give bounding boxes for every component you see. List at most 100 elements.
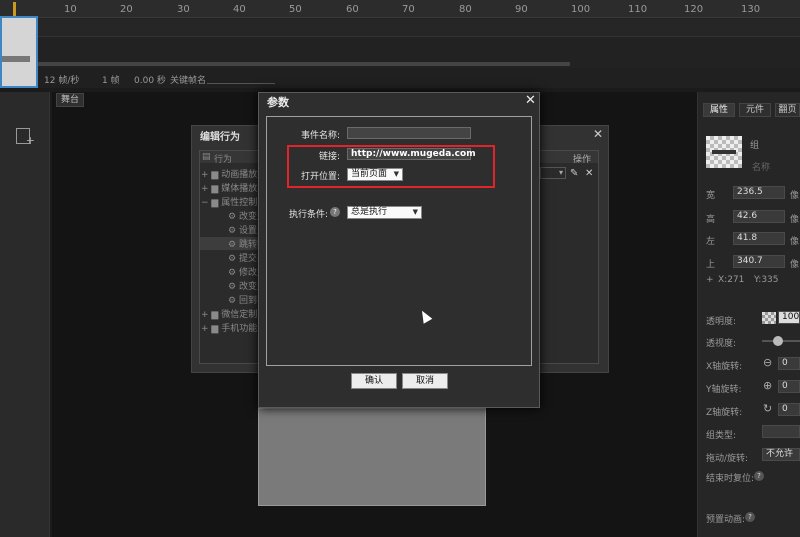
opacity-label: 透明度: [706,317,737,327]
tree-item[interactable]: − ▆ 属性控制 [201,195,257,208]
tree-item-selected[interactable]: ⚙ 跳转链接 [200,237,275,250]
tab-properties[interactable]: 属性 [703,103,735,117]
x-coord-readout: X:271 [718,275,745,285]
tab-page-turn[interactable]: 翻页 [775,103,800,117]
preset-anim-label: 预置动画: [706,515,746,525]
expand-icon: + ▆ [201,324,222,334]
ruler-tick-label: 120 [684,4,704,15]
top-input[interactable]: 340.7 [733,255,785,268]
stage-canvas[interactable] [258,408,486,506]
height-unit: 像 [790,215,800,225]
element-type-label: 组 [750,141,760,151]
gear-icon: ⚙ [228,240,239,250]
expand-icon: + ▆ [201,170,222,180]
condition-select[interactable]: 总是执行 ▼ [347,206,422,219]
delete-icon[interactable]: ✕ [585,168,593,179]
drag-rotate-select[interactable]: 不允许 [762,448,800,461]
expand-icon: + ▆ [201,310,222,320]
height-label: 高 [706,215,716,225]
group-type-select[interactable] [762,425,800,438]
cancel-button[interactable]: 取消 [402,373,448,389]
tab-stage[interactable]: 舞台 [56,93,84,107]
width-label: 宽 [706,191,716,201]
width-input[interactable]: 236.5 [733,186,785,199]
pencil-icon[interactable]: ✎ [570,168,578,179]
params-dialog-title: 参数 [267,96,289,109]
folder-icon: ▤ [202,152,211,162]
event-name-label: 事件名称: [300,131,340,141]
x-rotate-icon: ⊖ [763,356,773,369]
gear-icon: ⚙ [228,212,239,222]
reset-on-end-label: 结束时复位: [706,474,755,484]
close-icon[interactable]: ✕ [593,127,603,141]
help-icon[interactable]: ? [745,512,755,522]
left-unit: 像 [790,237,800,247]
edit-behavior-title: 编辑行为 [200,132,240,143]
keyframe-name-label: 关键帧名 [170,76,207,86]
element-preview-shape [712,150,736,154]
help-icon[interactable]: ? [754,471,764,481]
y-coord-readout: Y:335 [754,275,779,285]
plus-icon: + [706,275,714,285]
event-name-input[interactable] [347,127,471,139]
left-label: 左 [706,237,716,247]
ruler-tick-label: 110 [628,4,648,15]
time-readout: 0.00 秒 [134,76,166,86]
ruler-tick-label: 20 [120,4,133,15]
opacity-input[interactable]: 100 [778,311,800,324]
page-list-panel [0,92,50,537]
perspective-label: 透视度: [706,339,737,349]
element-name-input[interactable]: 名称 [752,160,770,173]
page-thumbnail[interactable] [0,16,38,88]
timeline-scrollbar[interactable] [0,62,570,66]
perspective-slider-handle[interactable] [773,336,783,346]
highlight-annotation [287,145,495,188]
group-type-label: 组类型: [706,431,737,441]
expand-icon: + ▆ [201,184,222,194]
ruler-tick-label: 90 [515,4,528,15]
ruler-tick-label: 80 [459,4,472,15]
y-rotate-input[interactable]: 0 [778,380,800,393]
collapse-icon: − ▆ [201,198,222,208]
page-thumbnail-element [2,56,30,62]
ruler-tick-label: 40 [233,4,246,15]
tree-item[interactable]: + ▆ 微信定制 [201,307,257,320]
keyframe-name-input[interactable] [207,72,275,84]
top-unit: 像 [790,260,800,270]
help-icon[interactable]: ? [330,207,340,217]
y-rotate-label: Y轴旋转: [706,385,742,395]
fps-readout: 12 帧/秒 [44,76,80,86]
condition-label: 执行条件: [288,210,328,220]
gear-icon: ⚙ [228,296,239,306]
close-icon[interactable]: ✕ [525,93,536,108]
timeline-status-bar: 12 帧/秒 1 帧 0.00 秒 关键帧名 [0,68,800,88]
frame-row[interactable] [0,19,800,37]
height-input[interactable]: 42.6 [733,210,785,223]
frame-readout: 1 帧 [102,76,120,86]
timeline-ruler[interactable]: 10 20 30 40 50 60 70 80 90 100 110 120 1… [0,0,800,18]
ruler-tick-label: 30 [177,4,190,15]
x-rotate-label: X轴旋转: [706,362,743,372]
drag-rotate-label: 拖动/旋转: [706,454,749,464]
ruler-tick-label: 100 [571,4,591,15]
x-rotate-input[interactable]: 0 [778,357,800,370]
gear-icon: ⚙ [228,254,239,264]
z-rotate-label: Z轴旋转: [706,408,743,418]
tree-item[interactable]: + ▆ 手机功能 [201,321,257,334]
ops-label: 操作 [573,155,592,165]
add-page-icon[interactable] [16,128,35,147]
ruler-tick-label: 130 [741,4,761,15]
gear-icon: ⚙ [228,226,239,236]
chevron-down-icon: ▼ [412,208,418,216]
behavior-select[interactable]: ▾ [540,167,566,179]
ruler-tick-label: 50 [289,4,302,15]
ok-button[interactable]: 确认 [351,373,397,389]
gear-icon: ⚙ [228,282,239,292]
y-rotate-icon: ⊕ [763,379,773,392]
left-input[interactable]: 41.8 [733,232,785,245]
tab-symbols[interactable]: 元件 [739,103,771,117]
z-rotate-input[interactable]: 0 [778,403,800,416]
ruler-tick-label: 10 [64,4,77,15]
opacity-swatch [762,312,776,324]
width-unit: 像 [790,191,800,201]
